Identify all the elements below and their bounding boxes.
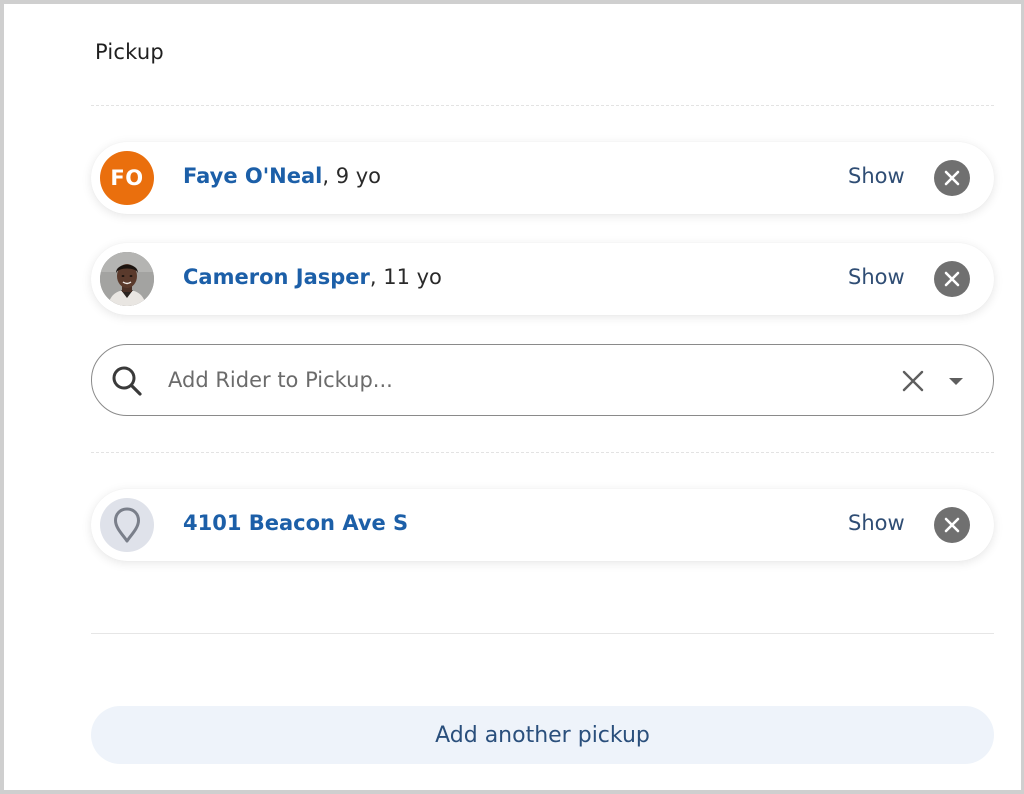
- divider: [91, 105, 994, 106]
- search-icon: [112, 366, 142, 396]
- remove-rider-button[interactable]: [934, 261, 970, 297]
- close-circle-icon: [944, 517, 960, 533]
- avatar: [100, 252, 154, 306]
- close-circle-icon: [944, 170, 960, 186]
- rider-label: Faye O'Neal, 9 yo: [183, 164, 381, 188]
- map-pin-icon: [114, 507, 140, 543]
- rider-name-link[interactable]: Faye O'Neal: [183, 164, 322, 188]
- rider-card-cameron-jasper: Cameron Jasper, 11 yo Show: [91, 243, 994, 315]
- remove-location-button[interactable]: [934, 507, 970, 543]
- add-rider-combobox[interactable]: [91, 344, 994, 416]
- avatar-initials: FO: [110, 166, 144, 190]
- rider-label: Cameron Jasper, 11 yo: [183, 265, 442, 289]
- rider-card-faye-oneal: FO Faye O'Neal, 9 yo Show: [91, 142, 994, 214]
- show-button[interactable]: Show: [848, 265, 905, 289]
- location-label: 4101 Beacon Ave S: [183, 511, 408, 535]
- location-card: 4101 Beacon Ave S Show: [91, 489, 994, 561]
- avatar: FO: [100, 151, 154, 205]
- add-another-pickup-button[interactable]: Add another pickup: [91, 706, 994, 764]
- close-circle-icon: [944, 271, 960, 287]
- show-button[interactable]: Show: [848, 511, 905, 535]
- divider: [91, 452, 994, 453]
- section-title: Pickup: [95, 40, 164, 64]
- show-button[interactable]: Show: [848, 164, 905, 188]
- divider: [91, 633, 994, 634]
- address-link[interactable]: 4101 Beacon Ave S: [183, 511, 408, 535]
- rider-age: , 11 yo: [369, 265, 442, 289]
- caret-down-icon[interactable]: [946, 375, 966, 387]
- location-avatar: [100, 498, 154, 552]
- user-photo-icon: [100, 252, 154, 306]
- rider-age: , 9 yo: [322, 164, 382, 188]
- rider-name-link[interactable]: Cameron Jasper: [183, 265, 370, 289]
- remove-rider-button[interactable]: [934, 160, 970, 196]
- add-rider-input[interactable]: [168, 361, 868, 399]
- close-icon[interactable]: [900, 368, 926, 394]
